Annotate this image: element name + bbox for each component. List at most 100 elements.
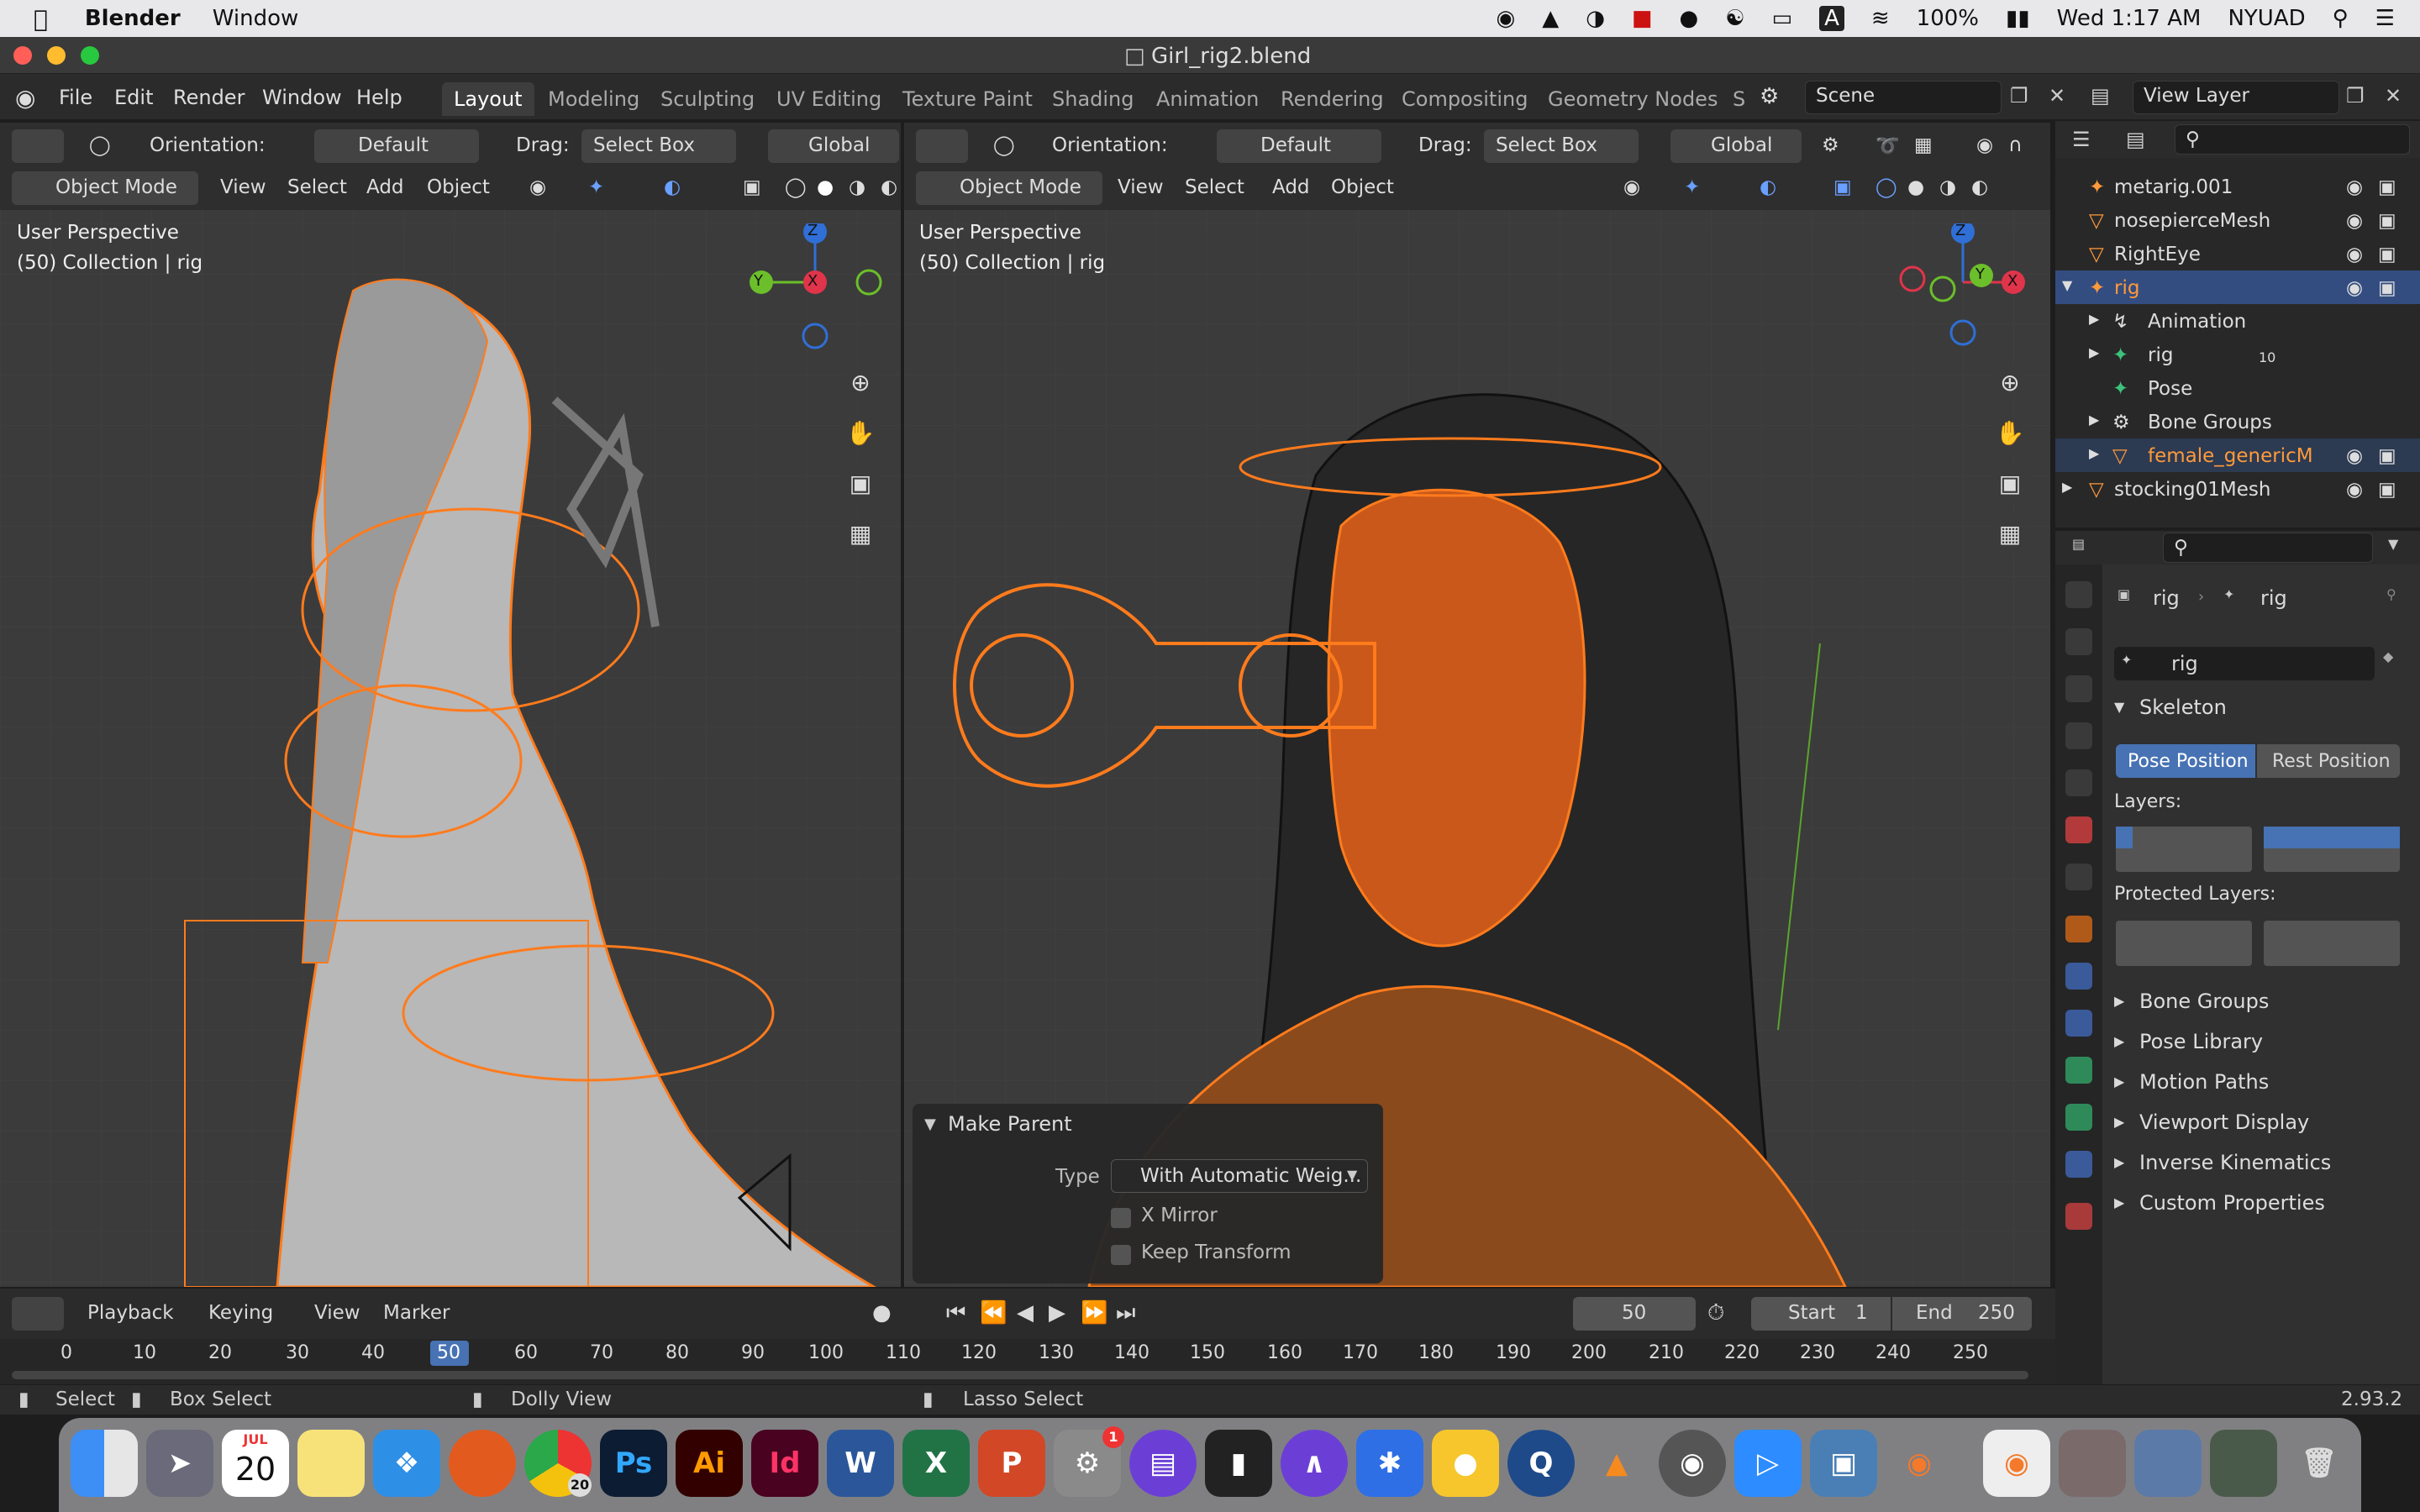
menu-object[interactable]: Object (1331, 176, 1394, 198)
menu-help[interactable]: Help (356, 86, 402, 109)
outliner-item[interactable]: ✦ Pose (2055, 371, 2420, 405)
expand-chevron-icon[interactable]: ▶ (2089, 311, 2099, 327)
xray-toggle-icon[interactable]: ▣ (1833, 176, 1852, 198)
blender-dock-icon[interactable]: ◉ (1886, 1430, 1953, 1497)
menu-marker[interactable]: Marker (383, 1302, 450, 1324)
modifiers-tab-icon[interactable] (2065, 963, 2092, 990)
active-layer-cell[interactable] (2116, 827, 2133, 848)
zoom-window-button[interactable] (81, 46, 99, 65)
menu-keying[interactable]: Keying (208, 1302, 273, 1324)
outliner-item-selected[interactable]: ▼ ✦ rig ◉ ▣ (2055, 270, 2420, 304)
camera-view-icon[interactable]: ▣ (1990, 464, 2030, 504)
scene-selector[interactable]: Scene (1805, 81, 2002, 114)
new-scene-icon[interactable]: ❐ (2010, 84, 2028, 108)
stopwatch-icon[interactable]: ⏱ (1707, 1300, 1724, 1326)
powerpoint-icon[interactable]: P (978, 1430, 1045, 1497)
layers-grid-a[interactable] (2116, 827, 2252, 872)
bone-tab-icon[interactable] (2065, 1104, 2092, 1131)
armature-datablock-selector[interactable]: ✦ rig (2114, 647, 2375, 680)
clock[interactable]: Wed 1:17 AM (2057, 6, 2202, 31)
flag-icon[interactable]: ■ (1632, 6, 1653, 31)
menu-add[interactable]: Add (366, 176, 404, 198)
tab-layout[interactable]: Layout (442, 82, 534, 116)
outliner-item[interactable]: ▶ ⚙ Bone Groups (2055, 405, 2420, 438)
output-tab-icon[interactable] (2065, 675, 2092, 702)
camera-render-icon[interactable]: ▣ (2378, 176, 2396, 198)
camera-render-icon[interactable]: ▣ (2378, 277, 2396, 299)
material-shading-icon[interactable]: ◑ (849, 176, 865, 198)
eye-icon[interactable]: ◉ (2346, 210, 2363, 232)
menu-playback[interactable]: Playback (87, 1302, 174, 1324)
snap-toggle-icon[interactable]: ➰ (1876, 134, 1900, 157)
recent-image-2-icon[interactable] (2134, 1430, 2202, 1497)
chrome-icon[interactable]: 20 (524, 1430, 592, 1497)
collapse-chevron-icon[interactable]: ▶ (2114, 1114, 2124, 1130)
tab-sculpting[interactable]: Sculpting (649, 82, 766, 116)
camera-render-icon[interactable]: ▣ (2378, 244, 2396, 265)
end-frame-field[interactable]: End 250 (1892, 1297, 2032, 1331)
jump-to-keyframe-back-icon[interactable]: ⏪ (980, 1300, 1007, 1326)
collapse-chevron-icon[interactable]: ▼ (924, 1116, 936, 1133)
snap-icon[interactable]: ⚙ (1822, 134, 1839, 156)
transform-orientation-dropdown[interactable]: Global (1670, 129, 1802, 163)
control-center-icon[interactable]: ☰ (2375, 6, 2395, 31)
fake-user-shield-icon[interactable]: ◆ (2383, 648, 2393, 664)
zoom-app-icon[interactable]: ▷ (1734, 1430, 1802, 1497)
x-mirror-checkbox[interactable] (1111, 1208, 1131, 1228)
visibility-icon[interactable]: ◉ (529, 176, 546, 198)
display-mode-icon[interactable]: ☰ (2072, 128, 2091, 151)
accessibility-icon[interactable]: ☯ (1725, 6, 1744, 31)
view-layer-selector[interactable]: View Layer (2133, 81, 2339, 114)
eye-icon[interactable]: ◉ (2346, 277, 2363, 299)
camera-view-icon[interactable]: ▣ (840, 464, 881, 504)
editor-type-button[interactable] (916, 129, 968, 163)
finder-icon[interactable] (71, 1430, 138, 1497)
pan-hand-icon[interactable]: ✋ (1990, 413, 2030, 454)
menu-edit[interactable]: Edit (114, 86, 153, 109)
tab-texture-paint[interactable]: Texture Paint (891, 82, 1044, 116)
tab-rendering[interactable]: Rendering (1269, 82, 1396, 116)
overlay-toggle-icon[interactable]: ◐ (664, 176, 681, 198)
bear-icon[interactable]: ● (1680, 6, 1699, 31)
collection-tab-icon[interactable] (2065, 864, 2092, 890)
make-parent-title[interactable]: Make Parent (948, 1112, 1072, 1136)
outliner-item[interactable]: ▶ ▽ female_genericM ◉ ▣ (2055, 438, 2420, 472)
firefox-icon[interactable] (449, 1430, 516, 1497)
gizmo-toggle-icon[interactable]: ✦ (588, 176, 604, 198)
texture-tab-icon[interactable] (2065, 1203, 2092, 1230)
navigation-gizmo-right[interactable] (1887, 223, 2039, 375)
solid-shading-icon[interactable]: ● (1907, 176, 1924, 198)
menu-window[interactable]: Window (262, 86, 342, 109)
solid-shading-icon[interactable]: ● (817, 176, 834, 198)
outliner-item[interactable]: ▽ nosepierceMesh ◉ ▣ (2055, 203, 2420, 237)
jump-to-start-icon[interactable]: ⏮ (946, 1300, 965, 1326)
eye-icon[interactable]: ◉ (2346, 176, 2363, 198)
screen-capture-icon[interactable]: ▤ (1129, 1430, 1197, 1497)
close-window-button[interactable] (13, 46, 32, 65)
x-mirror-label[interactable]: X Mirror (1141, 1205, 1218, 1226)
input-source-icon[interactable]: A (1819, 6, 1844, 31)
vlc-menu-icon[interactable]: ▲ (1542, 6, 1559, 31)
rendered-shading-icon[interactable]: ◐ (1971, 176, 1988, 198)
transform-pivot-icon[interactable]: ◯ (89, 134, 111, 156)
transform-orientation-dropdown[interactable]: Global (768, 129, 899, 163)
menu-select[interactable]: Select (1185, 176, 1244, 198)
launchpad-icon[interactable]: ➤ (146, 1430, 213, 1497)
rendered-shading-icon[interactable]: ◐ (881, 176, 897, 198)
expand-chevron-icon[interactable]: ▶ (2089, 445, 2099, 461)
battery-icon[interactable]: ▮▮ (2006, 6, 2030, 31)
panel-motion-paths[interactable]: Motion Paths (2139, 1070, 2269, 1094)
ortho-toggle-icon[interactable]: ▦ (1990, 514, 2030, 554)
preview-icon[interactable]: ▣ (1810, 1430, 1877, 1497)
rest-position-button[interactable]: Rest Position (2257, 744, 2400, 778)
orientation-dropdown[interactable]: Default (1217, 129, 1381, 163)
app-menu-window[interactable]: Window (213, 6, 299, 31)
blender-logo-icon[interactable]: ◉ (15, 84, 35, 112)
menu-view[interactable]: View (314, 1302, 360, 1324)
falloff-icon[interactable]: ∩ (2008, 134, 2023, 156)
start-frame-field[interactable]: Start 1 (1751, 1297, 1891, 1331)
zoom-icon[interactable]: ◉ (1497, 6, 1516, 31)
creative-cloud-icon[interactable]: ◑ (1586, 6, 1605, 31)
menu-select[interactable]: Select (287, 176, 347, 198)
outliner-item[interactable]: ▽ RightEye ◉ ▣ (2055, 237, 2420, 270)
